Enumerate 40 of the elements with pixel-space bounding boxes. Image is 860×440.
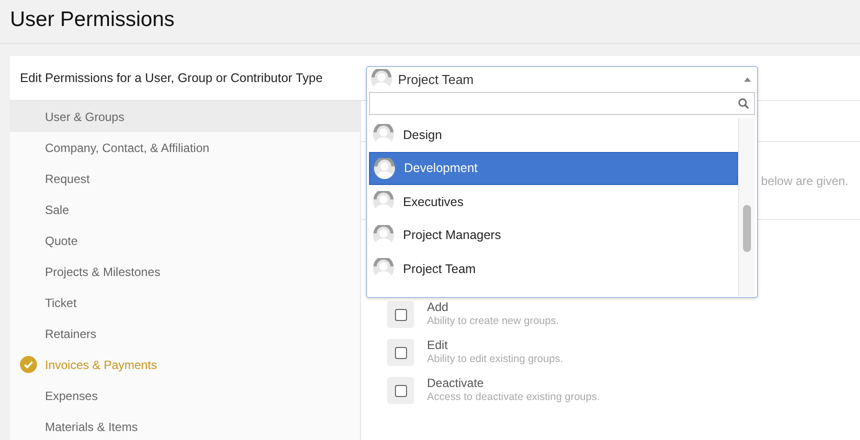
sidebar-item[interactable]: User & Groups	[10, 101, 360, 132]
group-dropdown[interactable]: Project Team Design Development Executives Project Managers Project Team	[366, 66, 758, 298]
dropdown-option[interactable]: Development	[369, 152, 738, 185]
sidebar-item[interactable]: Sale	[10, 194, 360, 225]
permissions-label: Edit Permissions for a User, Group or Contributor Type	[20, 71, 323, 85]
dropdown-option[interactable]: Executives	[369, 185, 738, 218]
sidebar-item[interactable]: Company, Contact, & Affiliation	[10, 132, 360, 163]
search-field[interactable]	[369, 92, 755, 115]
permission-description: Ability to edit existing groups.	[427, 353, 563, 365]
search-icon	[738, 98, 749, 109]
description-text: below are given.	[761, 174, 848, 188]
page-title: User Permissions	[0, 0, 860, 44]
sidebar-item[interactable]: Materials & Items	[10, 411, 360, 440]
avatar-icon	[373, 191, 394, 212]
avatar-icon	[374, 158, 395, 179]
scrollbar-thumb[interactable]	[743, 205, 751, 252]
avatar-icon	[373, 124, 394, 146]
selected-value: Project Team	[398, 72, 475, 86]
sidebar-item[interactable]: Expenses	[10, 380, 360, 411]
permission-description: Ability to create new groups.	[427, 315, 559, 327]
checkbox[interactable]	[394, 308, 406, 320]
permission-description: Access to deactivate existing groups.	[427, 391, 600, 403]
sidebar-item[interactable]: Retainers	[10, 318, 360, 349]
sidebar-item[interactable]: Ticket	[10, 287, 360, 318]
sidebar-item[interactable]: Quote	[10, 225, 360, 256]
avatar-icon	[371, 68, 392, 90]
checkbox[interactable]	[394, 346, 406, 358]
checkbox[interactable]	[394, 384, 406, 396]
check-circle-icon	[20, 356, 37, 373]
avatar-icon	[373, 224, 394, 246]
avatar-icon	[373, 258, 394, 280]
dropdown-option[interactable]: Project Managers	[369, 218, 738, 252]
sidebar-item[interactable]: Request	[10, 163, 360, 194]
dropdown-option[interactable]: Project Team	[369, 252, 738, 286]
permission-label: Deactivate	[427, 376, 485, 390]
caret-icon	[744, 76, 751, 82]
dropdown-option[interactable]: Design	[369, 118, 738, 152]
permission-label: Add	[427, 300, 450, 314]
permission-label: Edit	[427, 338, 449, 352]
sidebar-item[interactable]: Projects & Milestones	[10, 256, 360, 287]
